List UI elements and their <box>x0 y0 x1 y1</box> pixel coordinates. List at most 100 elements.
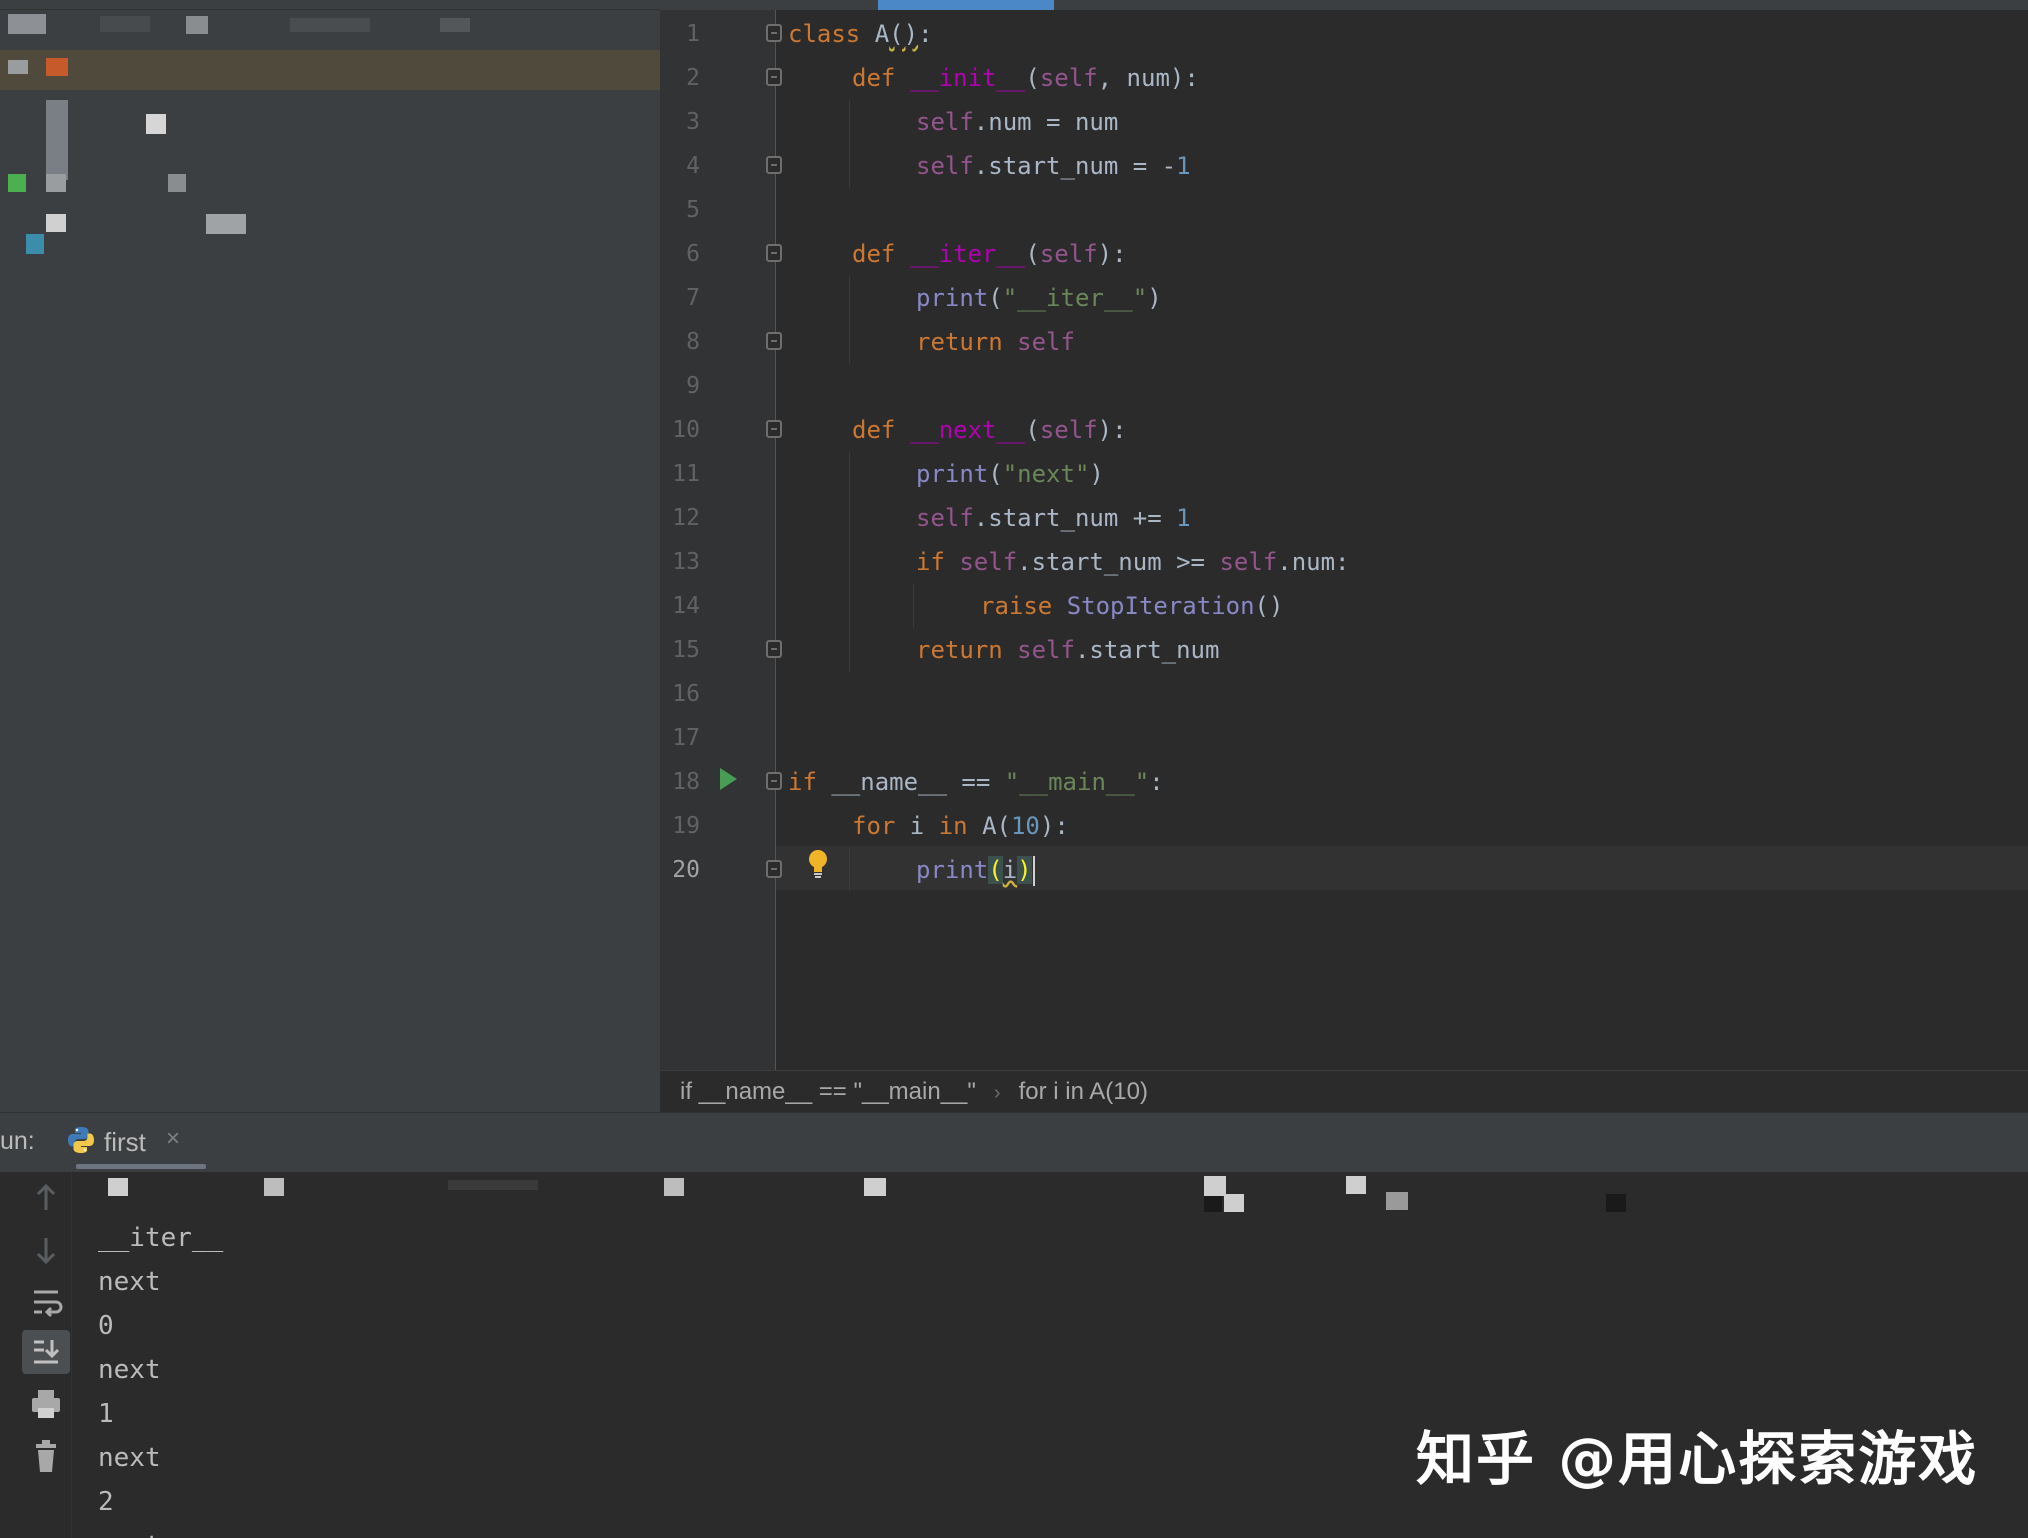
breadcrumb-item[interactable]: for i in A(10) <box>1019 1078 1148 1105</box>
code-line-7[interactable]: print("__iter__") <box>916 276 1162 320</box>
line-number: 17 <box>672 725 700 751</box>
token: self <box>1039 64 1098 92</box>
code-line-14[interactable]: raise StopIteration() <box>980 584 1283 628</box>
console-line: 0 <box>98 1311 114 1341</box>
print-icon[interactable] <box>22 1382 70 1426</box>
code-line-6[interactable]: def __iter__(self): <box>852 232 1127 276</box>
token: self <box>1039 416 1098 444</box>
tree-blur <box>440 18 470 32</box>
line-number: 4 <box>686 153 700 179</box>
token: return <box>916 328 1003 356</box>
soft-wrap-icon[interactable] <box>22 1280 70 1324</box>
token: : <box>1149 768 1164 796</box>
code-line-12[interactable]: self.start_num += 1 <box>916 496 1191 540</box>
line-number: 16 <box>672 681 700 707</box>
token: .start_num = - <box>973 152 1177 180</box>
code-line-15[interactable]: return self.start_num <box>916 628 1219 672</box>
code-line-18[interactable]: if __name__ == "__main__": <box>788 760 1164 804</box>
code-line-20[interactable]: print(i) <box>916 848 1035 892</box>
fold-marker-icon[interactable] <box>766 332 782 350</box>
fold-marker-icon[interactable] <box>766 24 782 42</box>
line-number: 8 <box>686 329 700 355</box>
code-line-8[interactable]: return self <box>916 320 1075 364</box>
tree-blur <box>46 100 68 180</box>
token: .start_num >= <box>1017 548 1220 576</box>
token: in <box>938 812 968 840</box>
console-command-line-redacted <box>98 1172 1748 1216</box>
token: .start_num += <box>973 504 1177 532</box>
token: print <box>916 460 989 488</box>
fold-marker-icon[interactable] <box>766 860 782 878</box>
line-number: 7 <box>686 285 700 311</box>
token: return <box>916 636 1003 664</box>
active-tab-indicator[interactable] <box>878 0 1054 10</box>
breadcrumb-separator: › <box>993 1082 1001 1104</box>
token: __name__ == <box>816 768 1005 796</box>
line-number: 5 <box>686 197 700 223</box>
code-line-13[interactable]: if self.start_num >= self.num: <box>916 540 1350 584</box>
run-tab-title: first <box>104 1127 146 1157</box>
code-line-3[interactable]: self.num = num <box>916 100 1118 144</box>
breadcrumb-item[interactable]: if __name__ == "__main__" <box>680 1078 976 1105</box>
lightbulb-icon[interactable] <box>806 848 830 880</box>
token: 1 <box>1176 504 1191 532</box>
indent-guide <box>913 584 914 628</box>
tree-blur <box>146 114 166 134</box>
down-arrow-icon[interactable] <box>22 1228 70 1272</box>
token: "next" <box>1002 460 1090 488</box>
console-line: 2 <box>98 1487 114 1517</box>
code-line-11[interactable]: print("next") <box>916 452 1104 496</box>
tree-blur <box>46 174 66 192</box>
project-tree-selected-row[interactable] <box>0 50 660 90</box>
code-line-1[interactable]: class A(): <box>788 12 933 56</box>
fold-marker-icon[interactable] <box>766 420 782 438</box>
token: ( <box>1025 416 1040 444</box>
line-number: 1 <box>686 21 700 47</box>
code-line-19[interactable]: for i in A(10): <box>852 804 1069 848</box>
tree-blur <box>186 16 208 34</box>
token: self <box>916 108 974 136</box>
line-number: 6 <box>686 241 700 267</box>
project-panel-header <box>0 0 660 10</box>
run-tab-first[interactable]: first × <box>62 1113 206 1169</box>
token: 10 <box>1010 812 1040 840</box>
scroll-to-end-icon[interactable] <box>22 1330 70 1374</box>
code-line-4[interactable]: self.start_num = -1 <box>916 144 1191 188</box>
fold-marker-icon[interactable] <box>766 244 782 262</box>
console-line: __iter__ <box>98 1223 224 1253</box>
fold-marker-icon[interactable] <box>766 156 782 174</box>
token: __next__ <box>909 416 1026 444</box>
code-editor[interactable]: 1 2 3 4 5 6 7 8 9 10 11 12 13 14 15 16 1… <box>660 0 2028 1070</box>
token: .num = num <box>973 108 1119 136</box>
code-line-10[interactable]: def __next__(self): <box>852 408 1127 452</box>
up-arrow-icon[interactable] <box>22 1176 70 1220</box>
watermark: 知乎 @用心探索游戏 <box>1416 1425 1979 1493</box>
indent-guide <box>849 452 850 672</box>
code-line-2[interactable]: def __init__(self, num): <box>852 56 1199 100</box>
editor-tab-strip <box>660 0 2028 10</box>
token: self <box>1017 328 1075 356</box>
fold-marker-icon[interactable] <box>766 640 782 658</box>
token: A( <box>967 812 1011 840</box>
token: i <box>1002 856 1018 884</box>
token: "__iter__" <box>1002 284 1148 312</box>
run-gutter-icon[interactable] <box>720 768 737 790</box>
tree-blur <box>8 14 46 34</box>
token: if <box>916 548 945 576</box>
line-number: 15 <box>672 637 700 663</box>
fold-marker-icon[interactable] <box>766 772 782 790</box>
fold-marker-icon[interactable] <box>766 68 782 86</box>
line-number: 12 <box>672 505 700 531</box>
trash-icon[interactable] <box>22 1434 70 1478</box>
close-icon[interactable]: × <box>166 1125 180 1153</box>
console-line: 1 <box>98 1399 114 1429</box>
line-number: 2 <box>686 65 700 91</box>
run-panel-label: un: <box>0 1127 35 1155</box>
line-number: 18 <box>672 769 700 795</box>
console-line: next <box>98 1267 161 1297</box>
